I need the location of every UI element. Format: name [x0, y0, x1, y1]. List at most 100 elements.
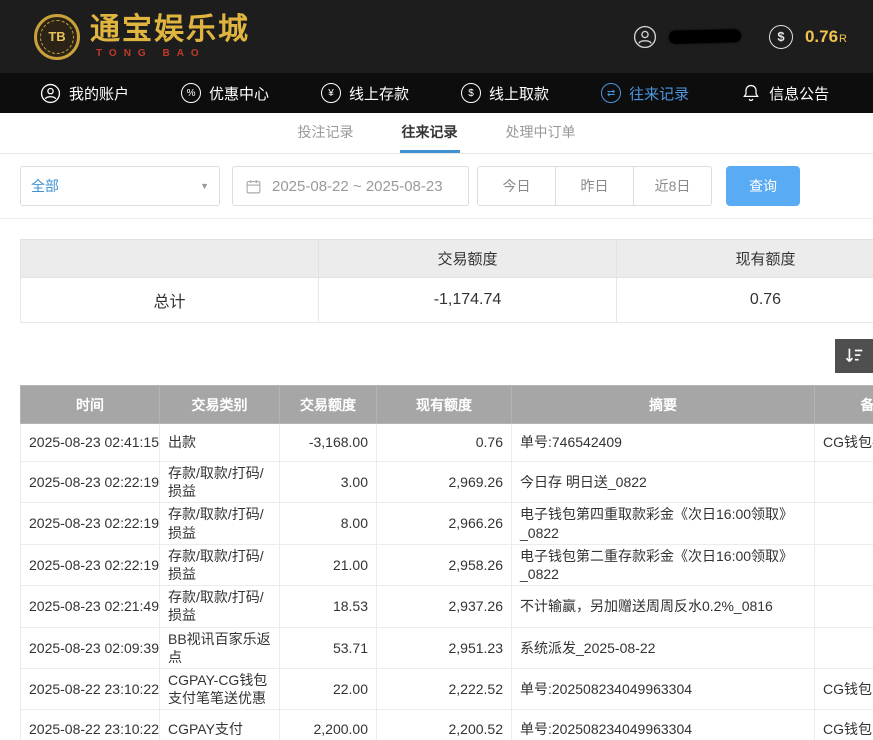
- cell-summary: 单号:202508234049963304: [512, 710, 815, 740]
- cell-balance: 2,969.26: [377, 462, 512, 503]
- dollar-coin-icon: $: [769, 25, 793, 49]
- search-button[interactable]: 查询: [726, 166, 800, 206]
- records-header-row: 时间 交易类别 交易额度 现有额度 摘要 备注: [21, 386, 873, 424]
- nav-item-my-account[interactable]: 我的账户: [40, 83, 129, 104]
- transfer-arrows-icon: ⇄: [601, 83, 621, 103]
- cell-summary: 今日存 明日送_0822: [512, 462, 815, 503]
- records-table: 时间 交易类别 交易额度 现有额度 摘要 备注 2025-08-23 02:41…: [20, 385, 873, 740]
- summary-total-row: 总计 -1,174.74 0.76: [21, 278, 873, 323]
- cell-time: 2025-08-23 02:22:19: [21, 462, 160, 503]
- record-tabs: 投注记录 往来记录 处理中订单: [0, 113, 873, 154]
- table-row: 2025-08-22 23:10:22 CGPAY支付 2,200.00 2,2…: [21, 710, 873, 740]
- cell-balance: 2,222.52: [377, 668, 512, 709]
- cell-type: 存款/取款/打码/损益: [160, 462, 280, 503]
- tab-transaction-records[interactable]: 往来记录: [400, 113, 460, 153]
- table-row: 2025-08-23 02:22:19 存款/取款/打码/损益 8.00 2,9…: [21, 503, 873, 544]
- cell-amount: -3,168.00: [280, 424, 377, 462]
- yesterday-button[interactable]: 昨日: [555, 166, 634, 206]
- cell-note: CG钱包: [815, 668, 873, 709]
- promo-icon: %: [181, 83, 201, 103]
- deposit-coin-icon: ¥: [321, 83, 341, 103]
- summary-transaction-total: -1,174.74: [319, 278, 617, 323]
- table-row: 2025-08-22 23:10:22 CGPAY-CG钱包支付笔笔送优惠 22…: [21, 668, 873, 709]
- nav-item-deposit[interactable]: ¥ 线上存款: [321, 83, 409, 104]
- date-range-input[interactable]: 2025-08-22 ~ 2025-08-23: [232, 166, 469, 206]
- cell-summary: 电子钱包第二重存款彩金《次日16:00领取》_0822: [512, 544, 815, 585]
- nav-label: 往来记录: [629, 83, 689, 104]
- category-select[interactable]: 全部 ▼: [20, 166, 220, 206]
- cell-type: CGPAY支付: [160, 710, 280, 740]
- redacted-username: [669, 29, 741, 44]
- cell-type: BB视讯百家乐返点: [160, 627, 280, 668]
- logo-subtitle: TONG BAO: [90, 48, 250, 59]
- calendar-icon: [245, 178, 262, 195]
- bell-icon: [741, 83, 761, 103]
- summary-header-empty: [21, 240, 319, 278]
- cell-summary: 单号:202508234049963304: [512, 668, 815, 709]
- summary-balance-total: 0.76: [617, 278, 873, 323]
- cell-note: [815, 627, 873, 668]
- nav-item-withdraw[interactable]: $ 线上取款: [461, 83, 549, 104]
- cell-amount: 21.00: [280, 544, 377, 585]
- nav-label: 线上取款: [489, 83, 549, 104]
- table-row: 2025-08-23 02:22:19 存款/取款/打码/损益 21.00 2,…: [21, 544, 873, 585]
- today-button[interactable]: 今日: [477, 166, 556, 206]
- cell-amount: 3.00: [280, 462, 377, 503]
- nav-label: 优惠中心: [209, 83, 269, 104]
- header-type: 交易类别: [160, 386, 280, 424]
- cell-note: CG钱包-24: [815, 424, 873, 462]
- cell-type: 出款: [160, 424, 280, 462]
- header-balance: 现有额度: [377, 386, 512, 424]
- tab-processing-orders[interactable]: 处理中订单: [504, 113, 578, 153]
- table-row: 2025-08-23 02:22:19 存款/取款/打码/损益 3.00 2,9…: [21, 462, 873, 503]
- nav-item-transaction-records[interactable]: ⇄ 往来记录: [601, 83, 689, 104]
- sort-row: [0, 339, 873, 373]
- cell-amount: 18.53: [280, 586, 377, 627]
- cell-balance: 2,966.26: [377, 503, 512, 544]
- cell-summary: 不计输赢，另加赠送周周反水0.2%_0816: [512, 586, 815, 627]
- filter-bar: 全部 ▼ 2025-08-22 ~ 2025-08-23 今日 昨日 近8日 查…: [0, 154, 873, 219]
- summary-total-label: 总计: [21, 278, 319, 323]
- cell-amount: 53.71: [280, 627, 377, 668]
- cell-summary: 单号:746542409: [512, 424, 815, 462]
- cell-time: 2025-08-23 02:22:19: [21, 544, 160, 585]
- table-row: 2025-08-23 02:09:39 BB视讯百家乐返点 53.71 2,95…: [21, 627, 873, 668]
- last-8-days-button[interactable]: 近8日: [633, 166, 712, 206]
- cell-type: 存款/取款/打码/损益: [160, 544, 280, 585]
- user-icon[interactable]: [633, 25, 657, 49]
- cell-amount: 2,200.00: [280, 710, 377, 740]
- cell-time: 2025-08-22 23:10:22: [21, 668, 160, 709]
- cell-time: 2025-08-23 02:09:39: [21, 627, 160, 668]
- nav-label: 信息公告: [769, 83, 829, 104]
- cell-time: 2025-08-22 23:10:22: [21, 710, 160, 740]
- cell-time: 2025-08-23 02:41:15: [21, 424, 160, 462]
- cell-summary: 系统派发_2025-08-22: [512, 627, 815, 668]
- cell-summary: 电子钱包第四重取款彩金《次日16:00领取》_0822: [512, 503, 815, 544]
- table-row: 2025-08-23 02:21:49 存款/取款/打码/损益 18.53 2,…: [21, 586, 873, 627]
- nav-item-announcements[interactable]: 信息公告: [741, 83, 829, 104]
- chevron-down-icon: ▼: [200, 181, 209, 191]
- cell-balance: 2,200.52: [377, 710, 512, 740]
- summary-header-transaction: 交易额度: [319, 240, 617, 278]
- casino-chip-icon: TB: [34, 14, 80, 60]
- cell-time: 2025-08-23 02:22:19: [21, 503, 160, 544]
- cell-note: CG钱包: [815, 710, 873, 740]
- nav-item-promotions[interactable]: % 优惠中心: [181, 83, 269, 104]
- sort-descending-icon: [843, 345, 865, 367]
- cell-balance: 2,958.26: [377, 544, 512, 585]
- nav-label: 线上存款: [349, 83, 409, 104]
- cell-type: CGPAY-CG钱包支付笔笔送优惠: [160, 668, 280, 709]
- main-nav: 我的账户 % 优惠中心 ¥ 线上存款 $ 线上取款 ⇄ 往来记录 信息公告: [0, 73, 873, 113]
- sort-button[interactable]: [835, 339, 873, 373]
- site-logo[interactable]: TB 通宝娱乐城 TONG BAO: [34, 14, 250, 60]
- cell-note: [815, 586, 873, 627]
- top-header: TB 通宝娱乐城 TONG BAO $ 0.76R: [0, 0, 873, 73]
- cell-balance: 2,951.23: [377, 627, 512, 668]
- tab-betting-records[interactable]: 投注记录: [296, 113, 356, 153]
- balance-currency: R: [839, 33, 847, 45]
- cell-balance: 2,937.26: [377, 586, 512, 627]
- header-time: 时间: [21, 386, 160, 424]
- cell-time: 2025-08-23 02:21:49: [21, 586, 160, 627]
- summary-table: 交易额度 现有额度 总计 -1,174.74 0.76: [20, 239, 873, 323]
- quick-date-group: 今日 昨日 近8日: [477, 166, 712, 206]
